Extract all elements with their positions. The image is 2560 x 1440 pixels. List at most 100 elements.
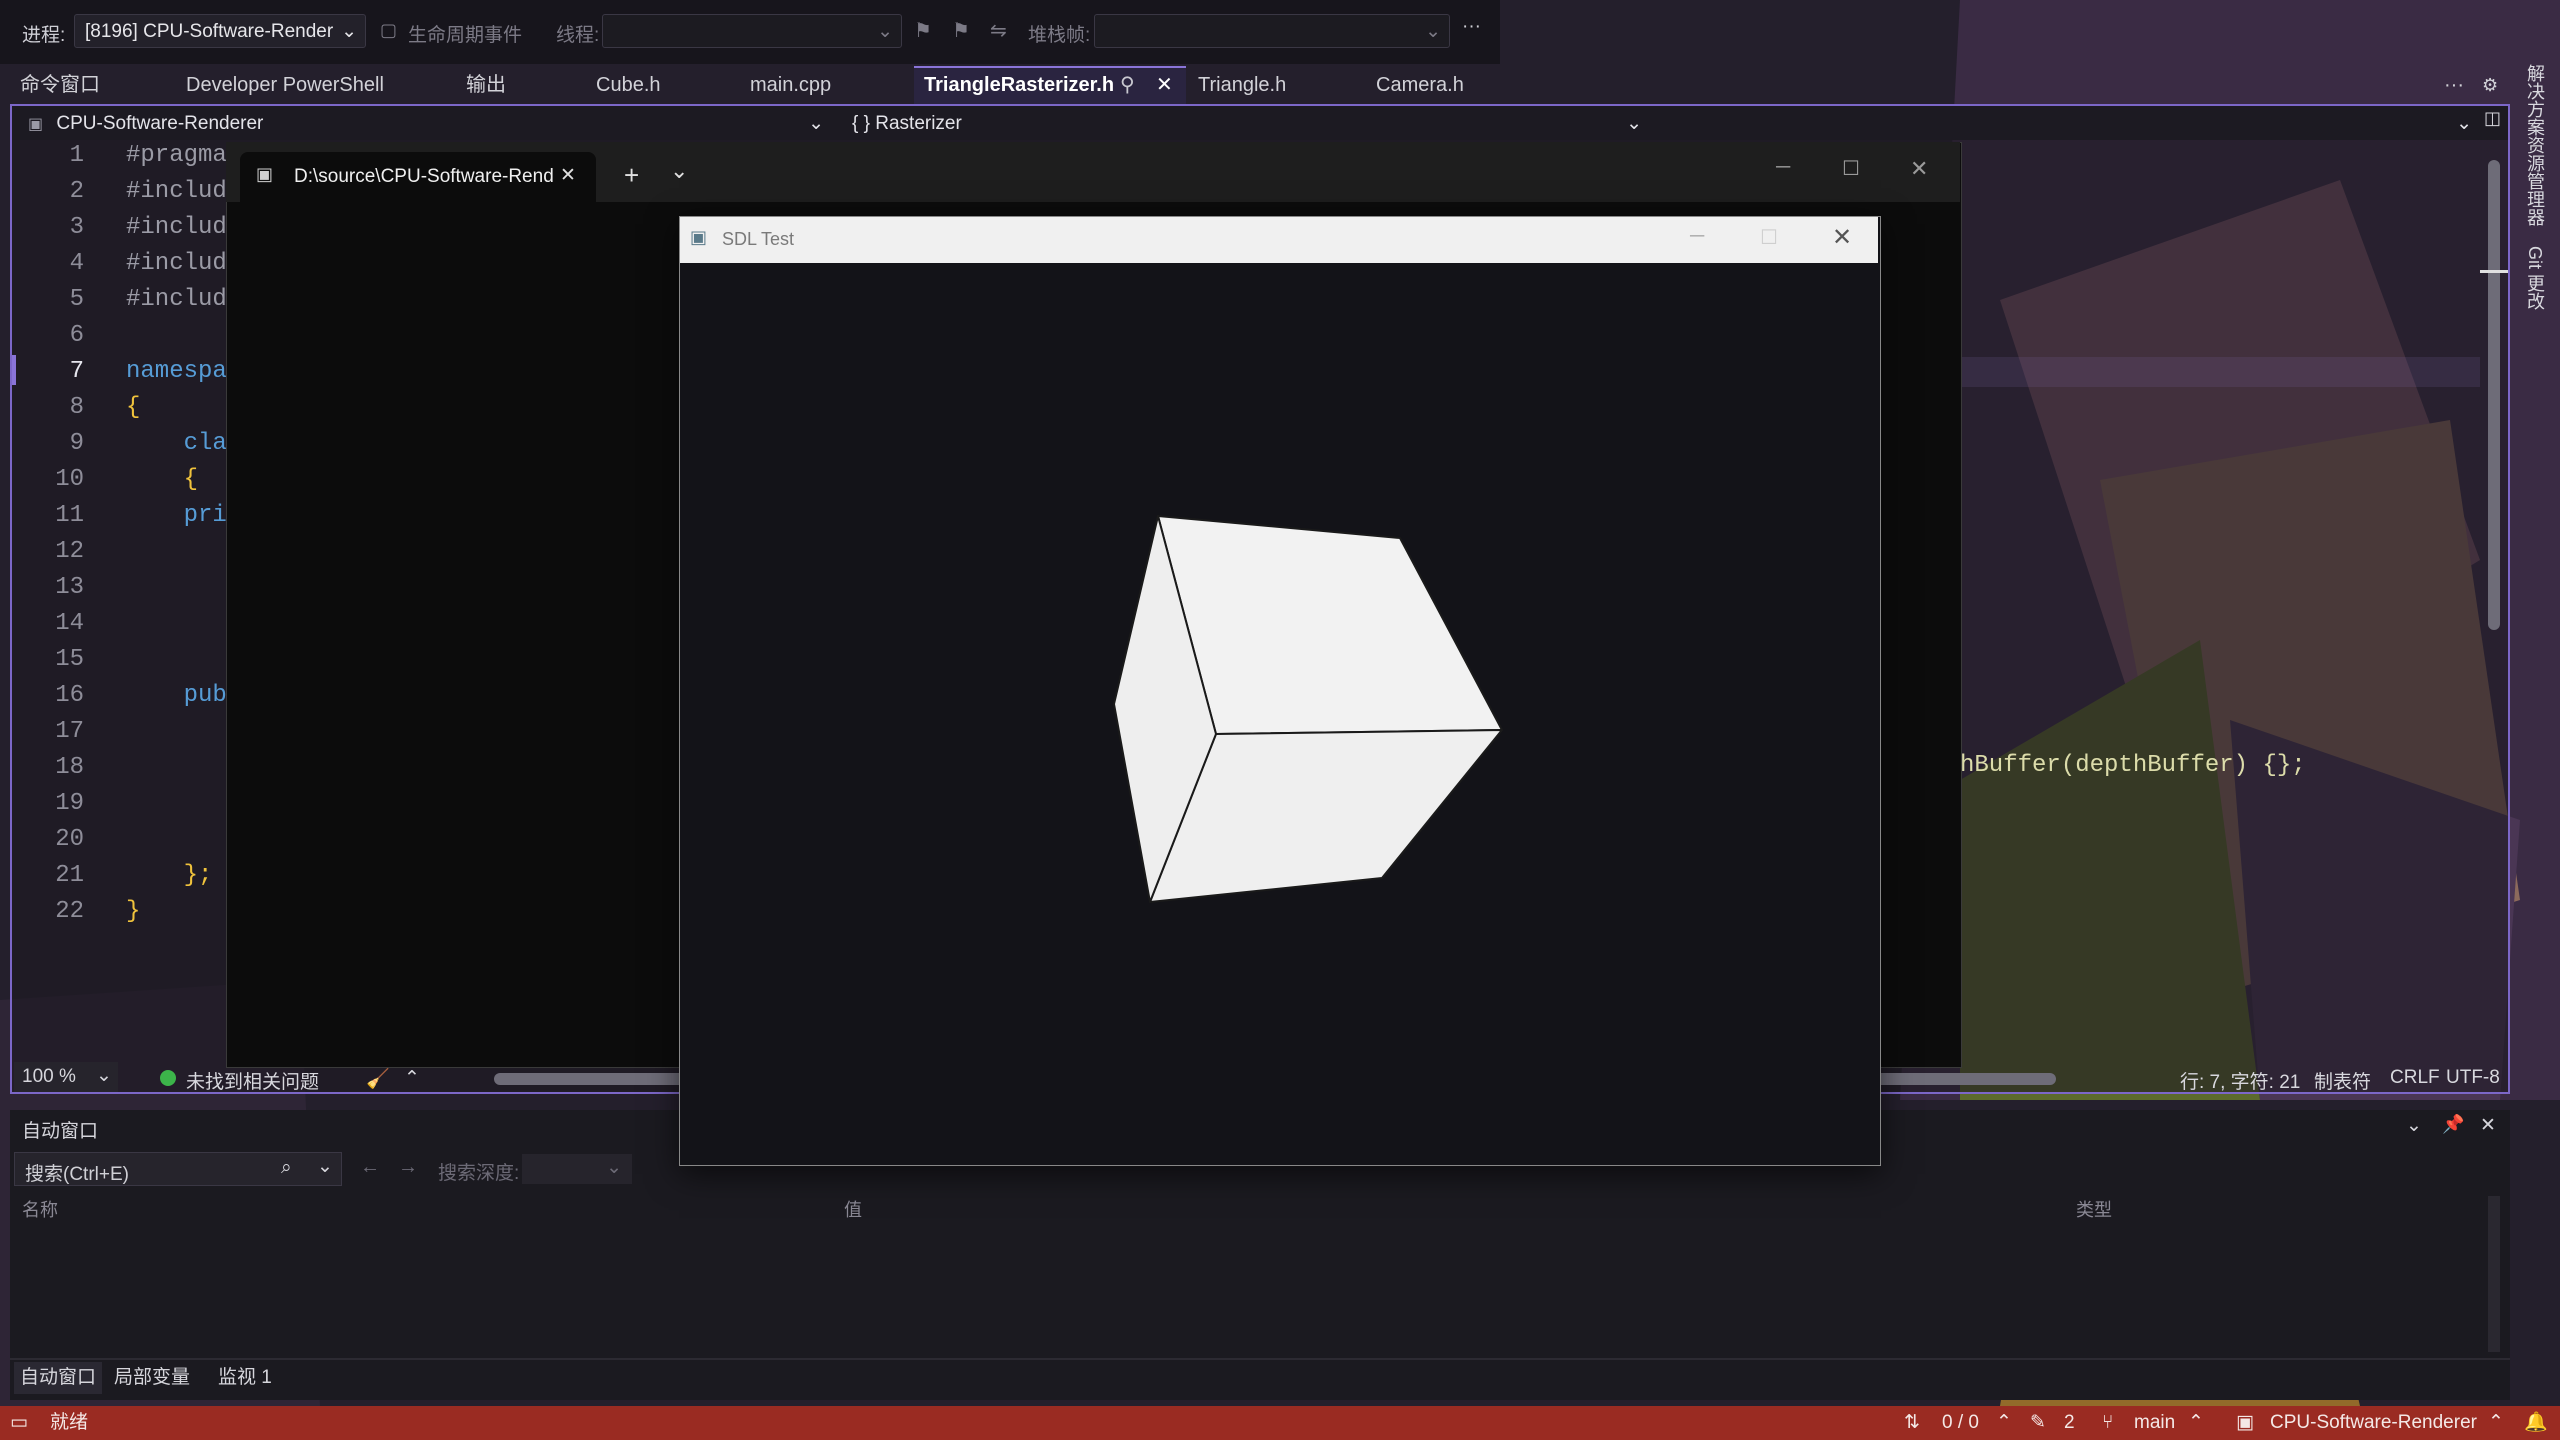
stackframe-dropdown[interactable]: ⌄ (1094, 14, 1450, 48)
maximize-icon[interactable]: ☐ (1842, 156, 1860, 181)
tab-camera-h[interactable]: Camera.h (1376, 68, 1464, 102)
toolbar-more-button[interactable]: ··· (1462, 16, 1481, 38)
search-depth-dropdown[interactable]: ⌄ (522, 1154, 632, 1184)
minimize-icon[interactable]: ─ (1690, 225, 1704, 248)
tab-triangle-h[interactable]: Triangle.h (1198, 68, 1286, 102)
line-number: 21 (55, 862, 84, 889)
tab-overflow-button[interactable]: ··· (2444, 68, 2464, 102)
tab-developer-powershell[interactable]: Developer PowerShell (186, 68, 384, 102)
tab-watch-1[interactable]: 监视 1 (218, 1362, 272, 1394)
tab-output[interactable]: 输出 (466, 68, 506, 102)
repository-name[interactable]: CPU-Software-Renderer (2270, 1406, 2477, 1440)
code-line[interactable]: #includ (126, 178, 227, 205)
chevron-down-icon[interactable]: ⌄ (670, 158, 688, 184)
line-number: 9 (69, 430, 84, 457)
maximize-icon[interactable]: ☐ (1760, 225, 1778, 250)
tab-cube-h[interactable]: Cube.h (596, 68, 661, 102)
thread-filter-icon[interactable]: ⇋ (990, 18, 1007, 43)
tab-command-window[interactable]: 命令窗口 (20, 68, 100, 102)
code-line[interactable]: #pragma (126, 142, 227, 169)
chevron-up-icon[interactable]: ⌃ (2488, 1406, 2504, 1440)
pending-edits[interactable]: 2 (2064, 1406, 2075, 1440)
sync-arrows-icon: ⇅ (1904, 1412, 1920, 1433)
zoom-dropdown[interactable]: 100 % ⌄ (14, 1062, 118, 1092)
thread-dropdown[interactable]: ⌄ (602, 14, 902, 48)
code-line[interactable]: #includ (126, 214, 227, 241)
close-icon[interactable]: ✕ (1910, 156, 1928, 182)
settings-gear-icon[interactable]: ⚙ (2482, 68, 2498, 102)
git-changes-tab[interactable]: Git 更改 (2520, 246, 2548, 310)
close-icon[interactable]: ✕ (1832, 223, 1852, 252)
issues-status[interactable]: 未找到相关问题 (186, 1067, 319, 1094)
line-number: 2 (69, 178, 84, 205)
editor-vertical-scrollbar[interactable] (2488, 160, 2500, 630)
close-icon[interactable]: ✕ (1156, 68, 1173, 102)
notification-bell-icon[interactable]: 🔔 (2524, 1406, 2548, 1440)
cursor-position[interactable]: 行: 7, 字符: 21 (2180, 1067, 2300, 1094)
code-line[interactable]: #includ (126, 250, 227, 277)
sync-status[interactable]: 0 / 0 (1942, 1406, 1979, 1440)
process-dropdown[interactable]: [8196] CPU-Software-Render ⌄ (74, 14, 366, 48)
autos-search-input[interactable]: 搜索(Ctrl+E) ⌕ ⌄ (14, 1152, 342, 1186)
render-canvas[interactable] (680, 264, 1878, 1163)
column-value[interactable]: 值 (844, 1196, 862, 1222)
terminal-tab[interactable]: ▣ D:\source\CPU-Software-Rend ✕ (240, 152, 596, 202)
lifecycle-events-icon[interactable]: ▢ (380, 20, 397, 41)
close-icon[interactable]: ✕ (560, 164, 576, 187)
tab-main-cpp[interactable]: main.cpp (750, 68, 831, 102)
cleanup-brush-icon[interactable]: 🧹 (366, 1067, 390, 1091)
flag-icon[interactable]: ⚑ (914, 18, 932, 43)
code-line[interactable]: #includ (126, 286, 227, 313)
flag-all-icon[interactable]: ⚑ (952, 18, 970, 43)
code-line[interactable]: }; (126, 862, 213, 889)
column-type[interactable]: 类型 (2076, 1196, 2112, 1222)
code-line[interactable]: pub (126, 682, 227, 709)
project-dropdown[interactable]: ▣ CPU-Software-Renderer ⌄ (28, 110, 824, 138)
search-icon[interactable]: ⌕ (281, 1157, 292, 1179)
code-line[interactable]: } (126, 898, 140, 925)
tab-trianglerasterizer-h[interactable]: TriangleRasterizer.h ⚲ ✕ (914, 66, 1186, 104)
new-tab-button[interactable]: + (624, 160, 639, 191)
stackframe-label: 堆栈帧: (1028, 25, 1091, 46)
output-window-icon[interactable]: ▭ (10, 1406, 28, 1440)
autos-panel-title: 自动窗口 (22, 1121, 99, 1142)
pin-icon[interactable]: 📌 (2442, 1114, 2464, 1135)
forward-arrow-icon[interactable]: → (398, 1156, 418, 1179)
solution-explorer-tab[interactable]: 解决方案资源管理器 (2520, 64, 2548, 226)
member-dropdown[interactable]: ⌄ (1664, 110, 2472, 138)
project-name: CPU-Software-Renderer (56, 113, 264, 134)
close-icon[interactable]: ✕ (2480, 1114, 2496, 1137)
tab-autos[interactable]: 自动窗口 (14, 1362, 103, 1394)
thread-label: 线程: (556, 25, 600, 46)
lifecycle-events-label[interactable]: 生命周期事件 (408, 20, 522, 47)
column-name[interactable]: 名称 (22, 1196, 58, 1222)
line-number: 12 (55, 538, 84, 565)
line-number: 16 (55, 682, 84, 709)
code-line[interactable]: namespa (126, 358, 227, 385)
code-line[interactable]: { (126, 394, 140, 421)
chevron-up-icon[interactable]: ⌃ (2188, 1406, 2204, 1440)
sdl-titlebar[interactable]: ▣ SDL Test ─ ☐ ✕ (680, 217, 1878, 263)
minimize-icon[interactable]: ─ (1776, 156, 1790, 179)
chevron-up-icon[interactable]: ⌃ (1996, 1406, 2012, 1440)
file-encoding[interactable]: UTF-8 (2446, 1067, 2500, 1089)
code-line[interactable]: { (126, 466, 198, 493)
repository-icon: ▣ (2236, 1412, 2254, 1433)
back-arrow-icon[interactable]: ← (360, 1156, 380, 1179)
indent-mode[interactable]: 制表符 (2314, 1067, 2371, 1094)
git-branch[interactable]: main (2134, 1406, 2175, 1440)
autos-scrollbar[interactable] (2488, 1196, 2500, 1352)
scope-dropdown[interactable]: { } Rasterizer ⌄ (852, 110, 1642, 138)
code-line[interactable]: cla (126, 430, 227, 457)
line-ending[interactable]: CRLF (2390, 1067, 2440, 1089)
tab-locals[interactable]: 局部变量 (114, 1362, 190, 1394)
code-line[interactable]: pri (126, 502, 227, 529)
split-editor-icon[interactable]: ◫ (2484, 108, 2501, 129)
line-number: 4 (69, 250, 84, 277)
pin-icon[interactable]: ⚲ (1120, 68, 1135, 102)
chevron-up-icon[interactable]: ⌃ (404, 1067, 420, 1090)
chevron-down-icon[interactable]: ⌄ (317, 1155, 333, 1178)
chevron-down-icon[interactable]: ⌄ (2406, 1114, 2422, 1137)
scope-name: { } Rasterizer (852, 113, 962, 134)
chevron-down-icon: ⌄ (1626, 113, 1642, 134)
